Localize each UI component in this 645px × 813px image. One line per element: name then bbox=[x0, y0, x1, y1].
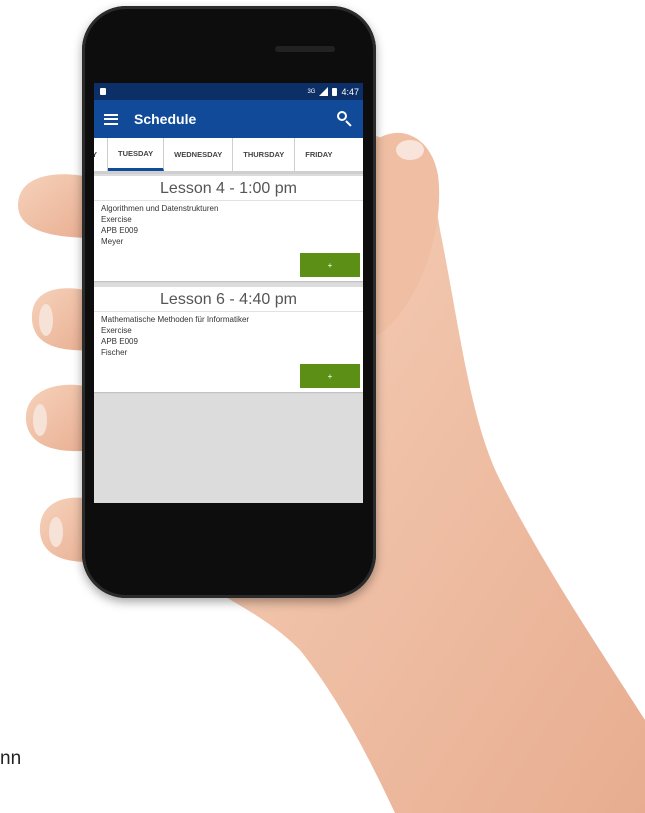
signal-icon bbox=[319, 87, 329, 96]
app-title: Schedule bbox=[134, 111, 197, 127]
lesson-card: Lesson 4 - 1:00 pm Algorithmen und Daten… bbox=[94, 176, 363, 281]
lesson-title: Lesson 6 - 4:40 pm bbox=[94, 287, 363, 312]
status-time: 4:47 bbox=[341, 86, 359, 97]
sd-card-icon bbox=[100, 88, 106, 95]
phone-screen: 3G 4:47 Schedule Y TUESDAY WEDNESDAY THU… bbox=[94, 83, 363, 503]
tab-thursday[interactable]: THURSDAY bbox=[233, 138, 296, 171]
menu-icon[interactable] bbox=[104, 113, 118, 125]
network-type: 3G bbox=[307, 88, 316, 95]
tab-tuesday[interactable]: TUESDAY bbox=[108, 138, 165, 171]
add-button[interactable]: + bbox=[300, 364, 360, 388]
app-bar: Schedule bbox=[94, 100, 363, 138]
lesson-teacher: Fischer bbox=[101, 348, 128, 357]
lesson-teacher: Meyer bbox=[101, 237, 124, 246]
lesson-room: APB E009 bbox=[101, 226, 138, 235]
add-button[interactable]: + bbox=[300, 253, 360, 277]
lesson-course: Algorithmen und Datenstrukturen bbox=[101, 204, 219, 213]
lesson-course: Mathematische Methoden für Informatiker bbox=[101, 315, 250, 324]
search-icon[interactable] bbox=[337, 111, 353, 127]
day-tabs: Y TUESDAY WEDNESDAY THURSDAY FRIDAY bbox=[94, 138, 363, 174]
battery-icon bbox=[332, 87, 338, 96]
status-bar: 3G 4:47 bbox=[94, 83, 363, 100]
lesson-type: Exercise bbox=[101, 326, 132, 335]
lesson-type: Exercise bbox=[101, 215, 132, 224]
phone-speaker bbox=[275, 46, 335, 52]
lesson-title: Lesson 4 - 1:00 pm bbox=[94, 176, 363, 201]
tab-wednesday[interactable]: WEDNESDAY bbox=[164, 138, 234, 171]
tab-monday[interactable]: Y bbox=[94, 138, 109, 171]
lesson-card: Lesson 6 - 4:40 pm Mathematische Methode… bbox=[94, 287, 363, 392]
tab-friday[interactable]: FRIDAY bbox=[295, 138, 342, 171]
lesson-room: APB E009 bbox=[101, 337, 138, 346]
corner-text: nn bbox=[0, 748, 22, 769]
